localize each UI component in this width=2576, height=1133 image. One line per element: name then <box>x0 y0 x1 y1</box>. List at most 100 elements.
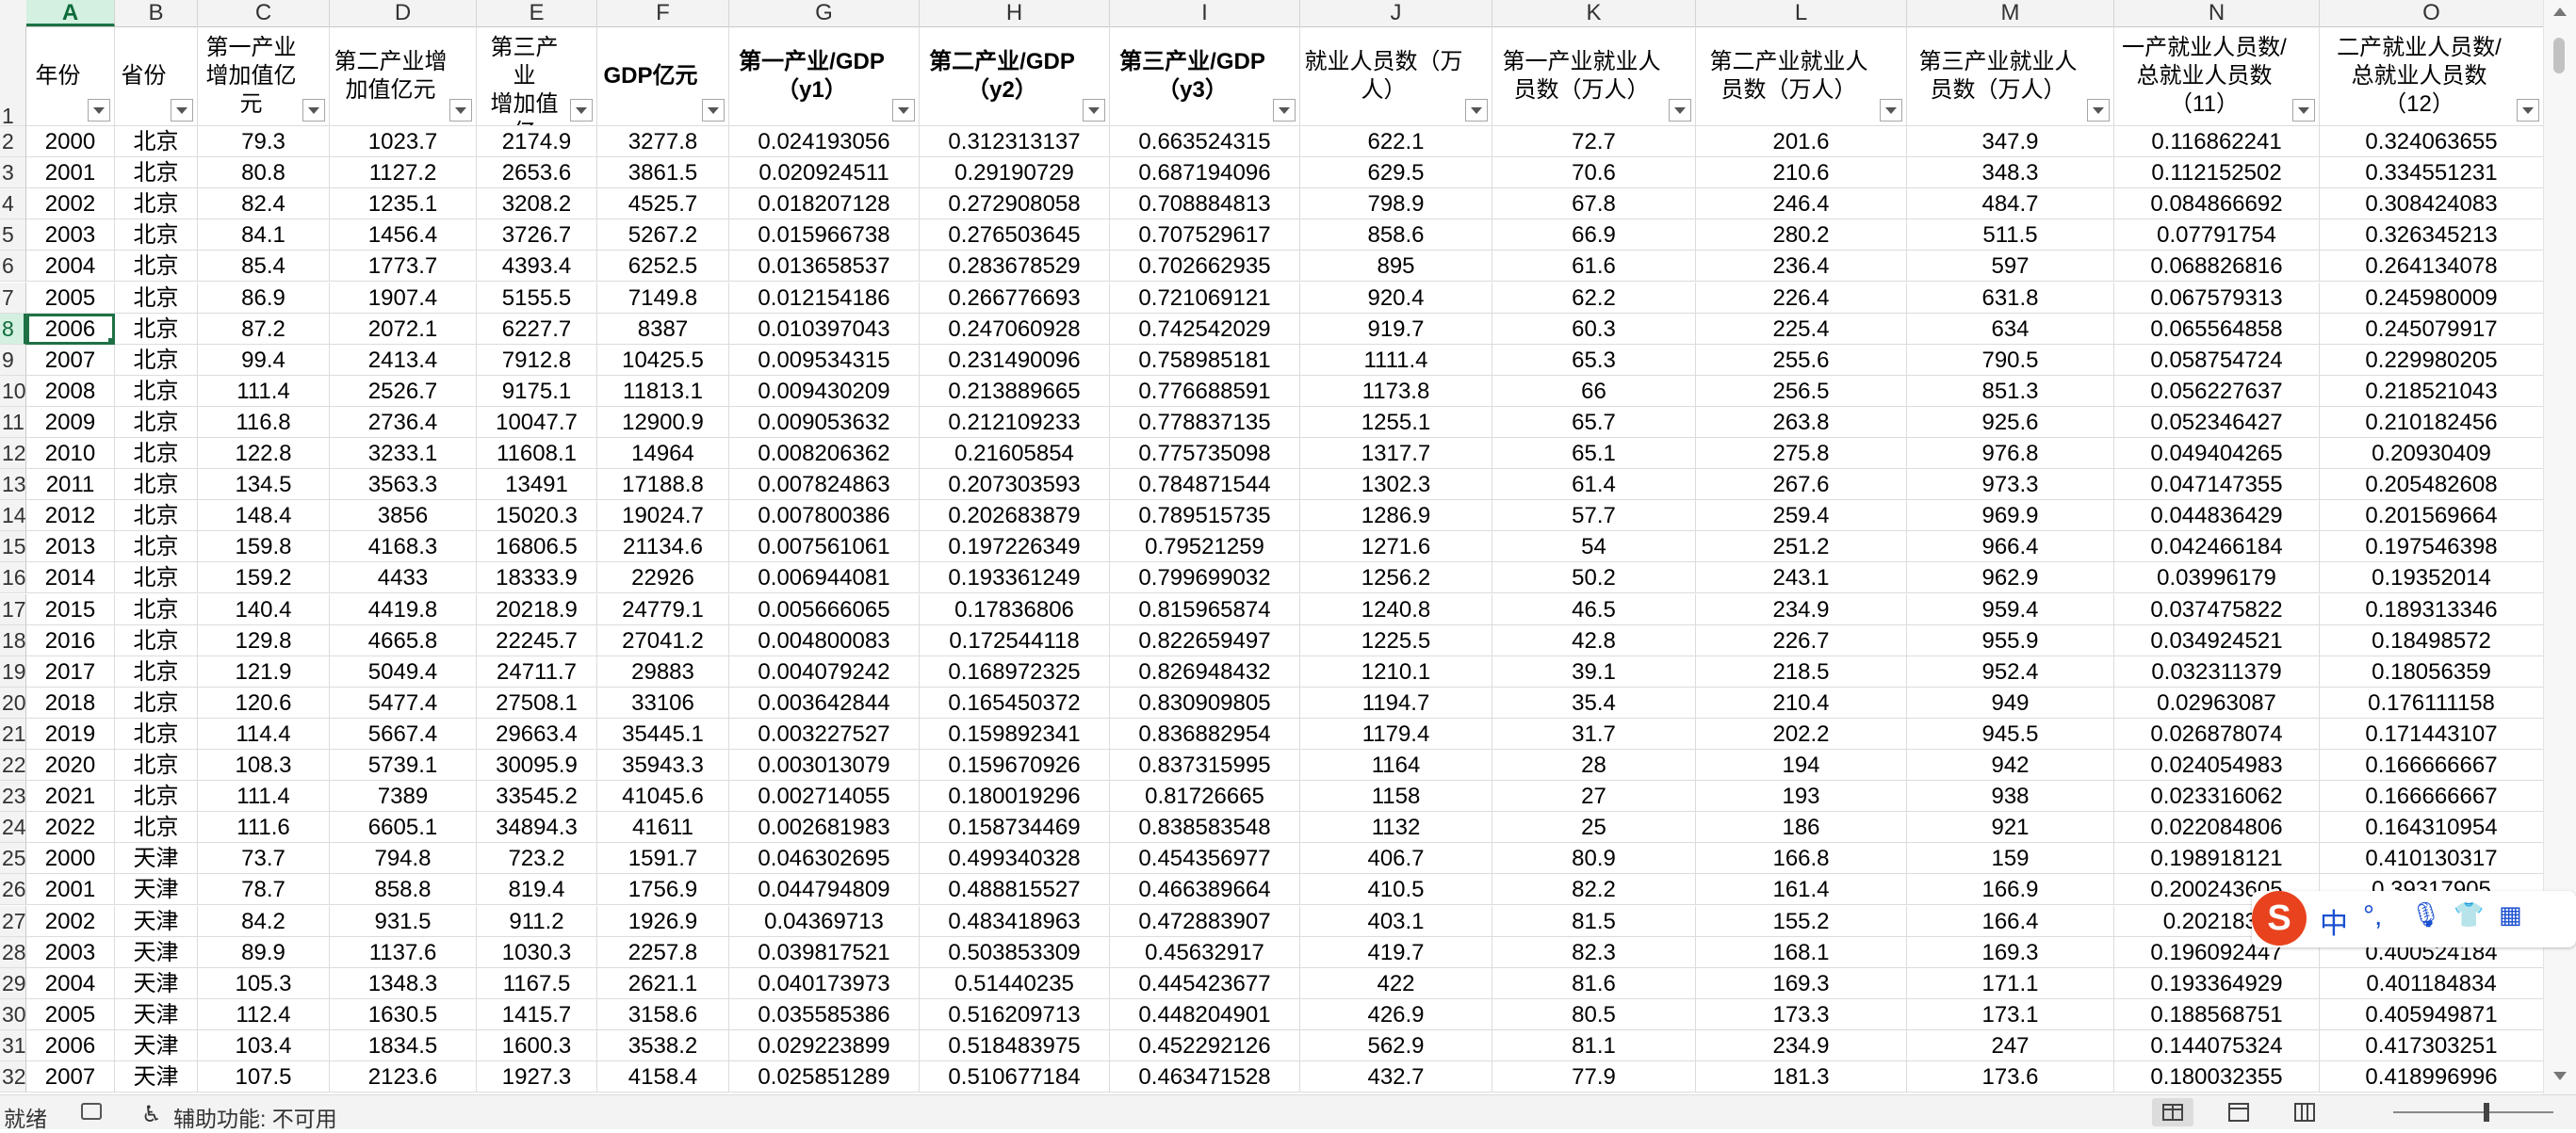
cell-o29[interactable]: 0.401184834 <box>2320 967 2544 999</box>
cell-k21[interactable]: 31.7 <box>1492 718 1696 750</box>
cell-o20[interactable]: 0.176111158 <box>2320 687 2544 719</box>
cell-e29[interactable]: 1167.5 <box>477 967 597 999</box>
cell-c12[interactable]: 122.8 <box>198 438 330 470</box>
cell-d6[interactable]: 1773.7 <box>330 251 477 283</box>
page-layout-view-button[interactable] <box>2218 1098 2259 1126</box>
cell-k32[interactable]: 77.9 <box>1492 1061 1696 1093</box>
cell-f10[interactable]: 11813.1 <box>597 375 729 407</box>
cell-k31[interactable]: 81.1 <box>1492 1029 1696 1061</box>
cell-e24[interactable]: 34894.3 <box>477 812 597 844</box>
column-header-g[interactable]: G <box>729 0 920 26</box>
cell-h32[interactable]: 0.510677184 <box>920 1061 1110 1093</box>
zoom-slider[interactable] <box>2393 1111 2553 1113</box>
cell-b19[interactable]: 北京 <box>115 656 198 688</box>
cell-a12[interactable]: 2010 <box>26 438 115 470</box>
header-cell-a[interactable]: 年份 <box>26 26 115 126</box>
column-header-i[interactable]: I <box>1110 0 1300 26</box>
cell-a15[interactable]: 2013 <box>26 531 115 563</box>
cell-j31[interactable]: 562.9 <box>1300 1029 1492 1061</box>
cell-l27[interactable]: 155.2 <box>1696 905 1907 937</box>
scroll-up-arrow-icon[interactable] <box>2553 8 2567 16</box>
cell-b11[interactable]: 北京 <box>115 406 198 438</box>
cell-l4[interactable]: 246.4 <box>1696 188 1907 220</box>
cell-l12[interactable]: 275.8 <box>1696 438 1907 470</box>
cell-g17[interactable]: 0.005666065 <box>729 593 920 625</box>
cell-d8[interactable]: 2072.1 <box>330 313 477 345</box>
cell-g13[interactable]: 0.007824863 <box>729 469 920 501</box>
cell-o32[interactable]: 0.418996996 <box>2320 1061 2544 1093</box>
cell-n21[interactable]: 0.026878074 <box>2114 718 2320 750</box>
row-header-2[interactable]: 2 <box>0 126 26 158</box>
cell-a28[interactable]: 2003 <box>26 936 115 968</box>
cell-k18[interactable]: 42.8 <box>1492 624 1696 656</box>
cell-k20[interactable]: 35.4 <box>1492 687 1696 719</box>
cell-n13[interactable]: 0.047147355 <box>2114 469 2320 501</box>
cell-g26[interactable]: 0.044794809 <box>729 874 920 906</box>
cell-i10[interactable]: 0.776688591 <box>1110 375 1300 407</box>
cell-d11[interactable]: 2736.4 <box>330 406 477 438</box>
cell-e25[interactable]: 723.2 <box>477 843 597 875</box>
cell-n6[interactable]: 0.068826816 <box>2114 251 2320 283</box>
cell-j7[interactable]: 920.4 <box>1300 282 1492 314</box>
row-header-18[interactable]: 18 <box>0 624 26 656</box>
cell-l17[interactable]: 234.9 <box>1696 593 1907 625</box>
scrollbar-thumb[interactable] <box>2553 38 2565 73</box>
cell-h27[interactable]: 0.483418963 <box>920 905 1110 937</box>
column-header-e[interactable]: E <box>477 0 597 26</box>
cell-d2[interactable]: 1023.7 <box>330 126 477 158</box>
cell-m30[interactable]: 173.1 <box>1907 998 2114 1030</box>
cell-n5[interactable]: 0.07791754 <box>2114 219 2320 251</box>
cell-j21[interactable]: 1179.4 <box>1300 718 1492 750</box>
cell-n30[interactable]: 0.188568751 <box>2114 998 2320 1030</box>
cell-o16[interactable]: 0.19352014 <box>2320 562 2544 594</box>
cell-o22[interactable]: 0.166666667 <box>2320 750 2544 782</box>
cell-i8[interactable]: 0.742542029 <box>1110 313 1300 345</box>
cell-a29[interactable]: 2004 <box>26 967 115 999</box>
cell-e6[interactable]: 4393.4 <box>477 251 597 283</box>
filter-dropdown-icon[interactable] <box>1465 99 1488 121</box>
ime-punctuation-toggle[interactable]: °, <box>2363 900 2382 932</box>
cell-g19[interactable]: 0.004079242 <box>729 656 920 688</box>
cell-h28[interactable]: 0.503853309 <box>920 936 1110 968</box>
cell-h3[interactable]: 0.29190729 <box>920 157 1110 189</box>
filter-dropdown-icon[interactable] <box>570 99 593 121</box>
cell-o24[interactable]: 0.164310954 <box>2320 812 2544 844</box>
cell-n7[interactable]: 0.067579313 <box>2114 282 2320 314</box>
select-all-corner[interactable] <box>0 0 27 26</box>
cell-m28[interactable]: 169.3 <box>1907 936 2114 968</box>
cell-e26[interactable]: 819.4 <box>477 874 597 906</box>
cell-k10[interactable]: 66 <box>1492 375 1696 407</box>
cell-i24[interactable]: 0.838583548 <box>1110 812 1300 844</box>
cell-g6[interactable]: 0.013658537 <box>729 251 920 283</box>
cell-a14[interactable]: 2012 <box>26 500 115 532</box>
cell-m27[interactable]: 166.4 <box>1907 905 2114 937</box>
header-cell-c[interactable]: 第一产业 增加值亿 元 <box>198 26 330 126</box>
cell-d3[interactable]: 1127.2 <box>330 157 477 189</box>
cell-m11[interactable]: 925.6 <box>1907 406 2114 438</box>
cell-l25[interactable]: 166.8 <box>1696 843 1907 875</box>
cell-m29[interactable]: 171.1 <box>1907 967 2114 999</box>
cell-h18[interactable]: 0.172544118 <box>920 624 1110 656</box>
cell-h13[interactable]: 0.207303593 <box>920 469 1110 501</box>
cell-g28[interactable]: 0.039817521 <box>729 936 920 968</box>
cell-a8[interactable]: 2006 <box>26 313 115 345</box>
cell-f28[interactable]: 2257.8 <box>597 936 729 968</box>
cell-l6[interactable]: 236.4 <box>1696 251 1907 283</box>
cell-g12[interactable]: 0.008206362 <box>729 438 920 470</box>
cell-a5[interactable]: 2003 <box>26 219 115 251</box>
cell-b10[interactable]: 北京 <box>115 375 198 407</box>
cell-a32[interactable]: 2007 <box>26 1061 115 1093</box>
cell-j16[interactable]: 1256.2 <box>1300 562 1492 594</box>
cell-o21[interactable]: 0.171443107 <box>2320 718 2544 750</box>
cell-b16[interactable]: 北京 <box>115 562 198 594</box>
cell-f17[interactable]: 24779.1 <box>597 593 729 625</box>
cell-e9[interactable]: 7912.8 <box>477 344 597 376</box>
cell-n18[interactable]: 0.034924521 <box>2114 624 2320 656</box>
cell-c14[interactable]: 148.4 <box>198 500 330 532</box>
row-header-15[interactable]: 15 <box>0 531 26 563</box>
cell-e15[interactable]: 16806.5 <box>477 531 597 563</box>
cell-d14[interactable]: 3856 <box>330 500 477 532</box>
row-header-14[interactable]: 14 <box>0 500 26 532</box>
cell-j20[interactable]: 1194.7 <box>1300 687 1492 719</box>
cell-l32[interactable]: 181.3 <box>1696 1061 1907 1093</box>
